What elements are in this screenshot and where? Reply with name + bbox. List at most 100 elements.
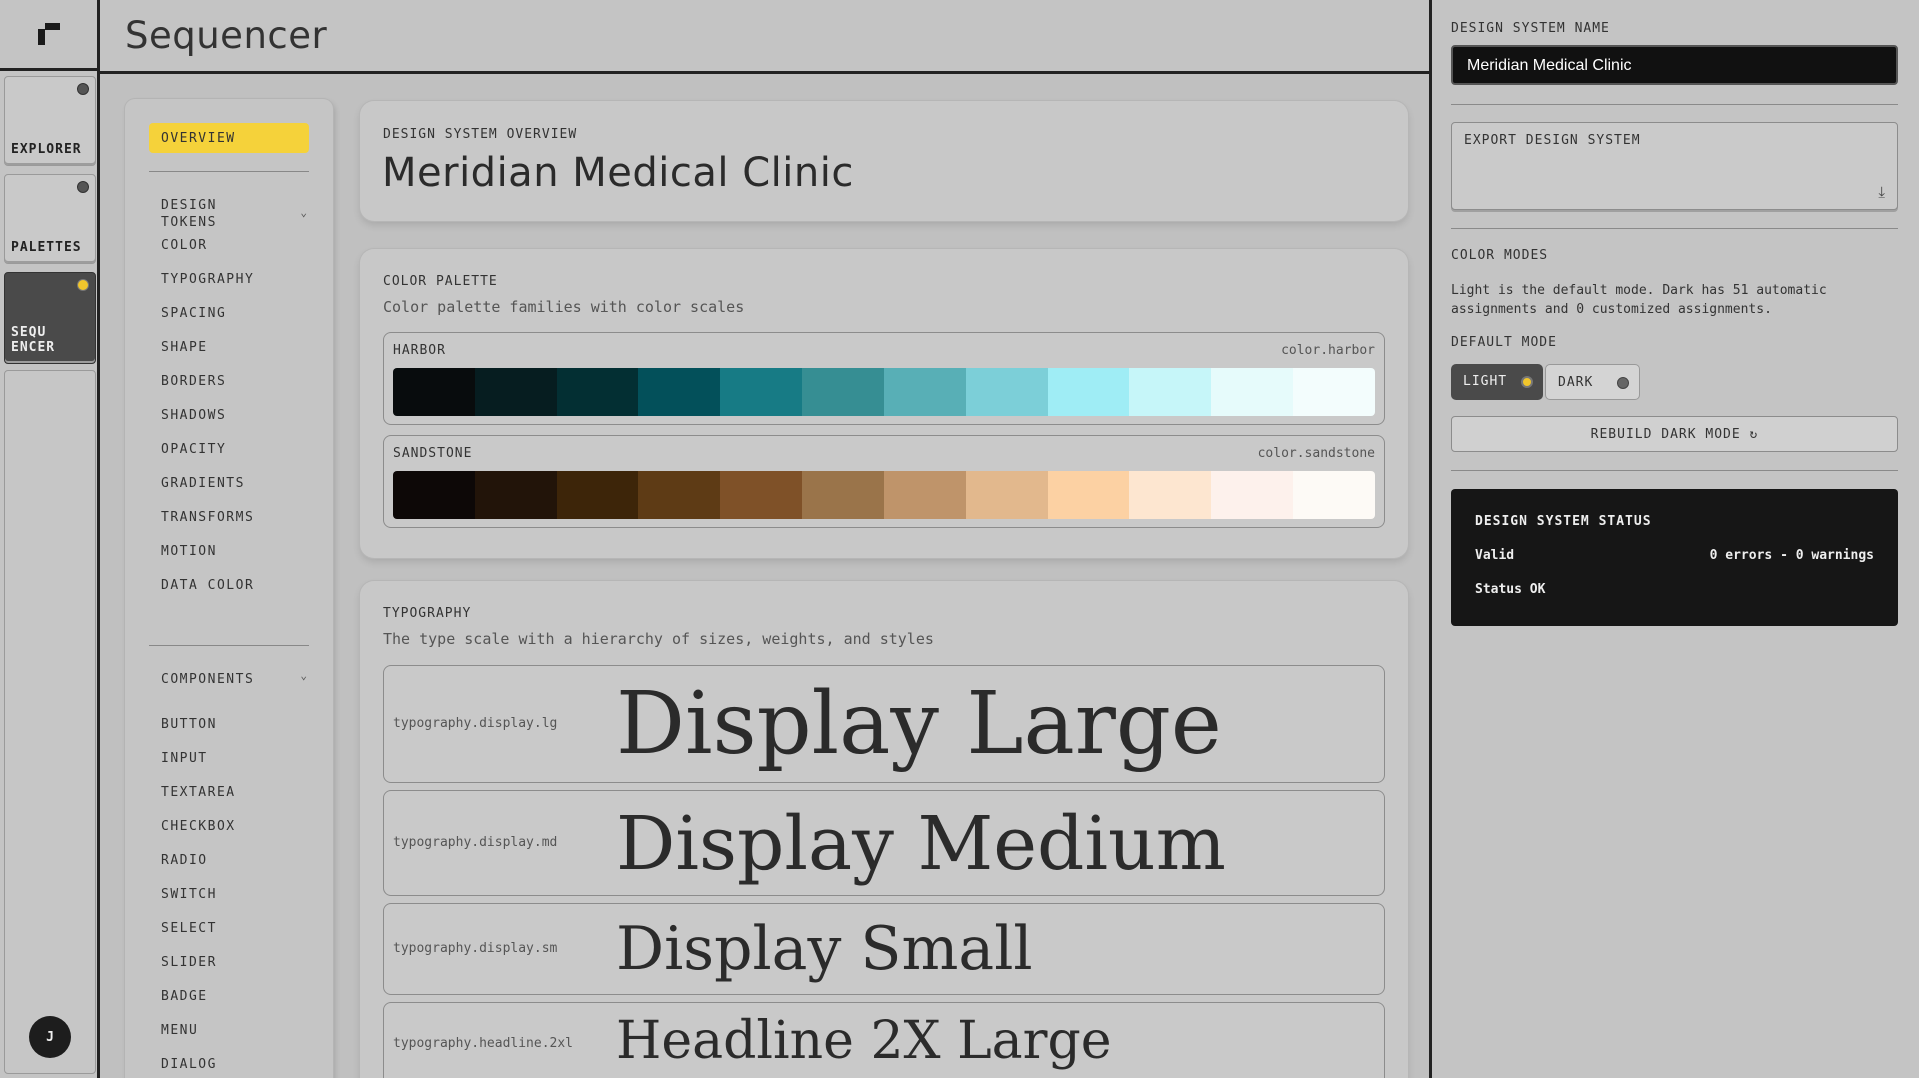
typography-eyebrow: TYPOGRAPHY xyxy=(383,606,472,621)
status-counts: 0 errors - 0 warnings xyxy=(1709,548,1874,563)
nav-item-transforms[interactable]: TRANSFORMS xyxy=(161,510,254,525)
nav-item-shape[interactable]: SHAPE xyxy=(161,340,208,355)
overview-card: DESIGN SYSTEM OVERVIEW Meridian Medical … xyxy=(360,101,1408,221)
color-swatch[interactable] xyxy=(393,471,475,519)
nav-item-data-color[interactable]: DATA COLOR xyxy=(161,578,254,593)
mode-dark-button[interactable]: DARK xyxy=(1545,364,1640,400)
nav-item-gradients[interactable]: GRADIENTS xyxy=(161,476,245,491)
nav-item-overview[interactable]: OVERVIEW xyxy=(149,123,309,153)
typography-subtitle: The type scale with a hierarchy of sizes… xyxy=(383,630,934,648)
nav-item-dialog[interactable]: DIALOG xyxy=(161,1057,217,1072)
color-swatch[interactable] xyxy=(1211,368,1294,416)
rail-item-explorer[interactable]: EXPLORER xyxy=(4,76,96,166)
color-swatch[interactable] xyxy=(1293,368,1375,416)
section-nav: OVERVIEW DESIGN TOKENS ⌄ COLOR TYPOGRAPHY… xyxy=(125,99,333,1078)
color-swatch[interactable] xyxy=(965,368,1048,416)
rail-item-label: SEQU ENCER xyxy=(11,325,56,355)
page-title: Sequencer xyxy=(125,14,328,57)
nav-item-color[interactable]: COLOR xyxy=(161,238,208,253)
color-swatch[interactable] xyxy=(474,368,557,416)
type-row-display-md[interactable]: typography.display.md Display Medium xyxy=(383,790,1385,896)
color-swatch[interactable] xyxy=(1129,368,1212,416)
rail-item-palettes[interactable]: PALETTES xyxy=(4,174,96,264)
color-palette-eyebrow: COLOR PALETTE xyxy=(383,274,498,289)
color-swatch[interactable] xyxy=(556,368,639,416)
nav-group-components[interactable]: COMPONENTS xyxy=(161,671,254,688)
status-valid: Valid xyxy=(1475,548,1515,563)
color-swatch[interactable] xyxy=(965,471,1048,519)
rail-empty-area xyxy=(4,370,96,1074)
color-swatch[interactable] xyxy=(883,368,966,416)
nav-item-opacity[interactable]: OPACITY xyxy=(161,442,226,457)
divider xyxy=(149,645,309,646)
palette-sandstone[interactable]: SANDSTONE color.sandstone xyxy=(383,435,1385,528)
nav-item-motion[interactable]: MOTION xyxy=(161,544,217,559)
color-modes-label: COLOR MODES xyxy=(1451,248,1549,263)
status-ok: Status OK xyxy=(1475,582,1546,597)
type-row-display-lg[interactable]: typography.display.lg Display Large xyxy=(383,665,1385,783)
nav-group-design-tokens[interactable]: DESIGN TOKENS xyxy=(161,197,271,231)
design-system-name-input[interactable]: Meridian Medical Clinic xyxy=(1451,45,1898,85)
nav-item-badge[interactable]: BADGE xyxy=(161,989,208,1004)
status-dot-icon xyxy=(77,83,89,95)
palette-token: color.harbor xyxy=(1281,343,1375,358)
color-swatch[interactable] xyxy=(1047,368,1130,416)
overview-title: Meridian Medical Clinic xyxy=(382,150,854,196)
avatar[interactable]: J xyxy=(29,1016,71,1058)
color-swatch[interactable] xyxy=(1211,471,1294,519)
status-dot-icon xyxy=(77,279,89,291)
chevron-down-icon[interactable]: ⌄ xyxy=(300,669,307,682)
color-swatch[interactable] xyxy=(802,471,884,519)
nav-item-radio[interactable]: RADIO xyxy=(161,853,208,868)
type-sample: Headline 2X Large xyxy=(616,1011,1112,1071)
overview-eyebrow: DESIGN SYSTEM OVERVIEW xyxy=(383,127,578,142)
color-swatch[interactable] xyxy=(1047,471,1130,519)
nav-item-typography[interactable]: TYPOGRAPHY xyxy=(161,272,254,287)
color-swatch[interactable] xyxy=(393,368,475,416)
type-sample: Display Medium xyxy=(616,801,1226,887)
color-swatch[interactable] xyxy=(720,368,803,416)
nav-item-menu[interactable]: MENU xyxy=(161,1023,198,1038)
color-swatch[interactable] xyxy=(638,368,721,416)
unselected-dot-icon xyxy=(1617,377,1629,389)
typography-card: TYPOGRAPHY The type scale with a hierarc… xyxy=(360,581,1408,1078)
divider xyxy=(1451,104,1898,105)
nav-item-button[interactable]: BUTTON xyxy=(161,717,217,732)
nav-item-borders[interactable]: BORDERS xyxy=(161,374,226,389)
nav-item-slider[interactable]: SLIDER xyxy=(161,955,217,970)
color-swatch[interactable] xyxy=(1129,471,1212,519)
color-swatch[interactable] xyxy=(638,471,721,519)
main-content: OVERVIEW DESIGN TOKENS ⌄ COLOR TYPOGRAPHY… xyxy=(100,74,1432,1078)
rail-item-label: EXPLORER xyxy=(11,142,82,157)
nav-item-select[interactable]: SELECT xyxy=(161,921,217,936)
color-swatch[interactable] xyxy=(802,368,884,416)
rebuild-dark-mode-button[interactable]: REBUILD DARK MODE ↻ xyxy=(1451,416,1898,452)
logo[interactable] xyxy=(0,0,97,71)
chevron-down-icon[interactable]: ⌄ xyxy=(300,206,307,219)
divider xyxy=(1451,470,1898,471)
mode-label: DARK xyxy=(1558,375,1594,390)
rail-item-sequencer[interactable]: SEQU ENCER xyxy=(4,272,96,364)
nav-item-input[interactable]: INPUT xyxy=(161,751,208,766)
rebuild-label: REBUILD DARK MODE xyxy=(1590,427,1741,442)
type-row-headline-2xl[interactable]: typography.headline.2xl Headline 2X Larg… xyxy=(383,1002,1385,1078)
export-design-system-button[interactable]: EXPORT DESIGN SYSTEM ⤓ xyxy=(1451,122,1898,210)
type-row-display-sm[interactable]: typography.display.sm Display Small xyxy=(383,903,1385,995)
color-swatch[interactable] xyxy=(474,471,557,519)
default-mode-label: DEFAULT MODE xyxy=(1451,335,1557,350)
nav-item-switch[interactable]: SWITCH xyxy=(161,887,217,902)
color-swatch[interactable] xyxy=(883,471,966,519)
nav-item-shadows[interactable]: SHADOWS xyxy=(161,408,226,423)
type-token: typography.headline.2xl xyxy=(393,1036,574,1051)
nav-item-textarea[interactable]: TEXTAREA xyxy=(161,785,236,800)
color-swatch[interactable] xyxy=(1293,471,1375,519)
export-label: EXPORT DESIGN SYSTEM xyxy=(1464,133,1641,148)
color-palette-subtitle: Color palette families with color scales xyxy=(383,298,745,316)
mode-light-button[interactable]: LIGHT xyxy=(1451,364,1543,400)
nav-item-checkbox[interactable]: CHECKBOX xyxy=(161,819,236,834)
nav-item-spacing[interactable]: SPACING xyxy=(161,306,226,321)
palette-harbor[interactable]: HARBOR color.harbor xyxy=(383,332,1385,425)
color-swatch[interactable] xyxy=(556,471,639,519)
selected-dot-icon xyxy=(1521,376,1533,388)
color-swatch[interactable] xyxy=(720,471,803,519)
